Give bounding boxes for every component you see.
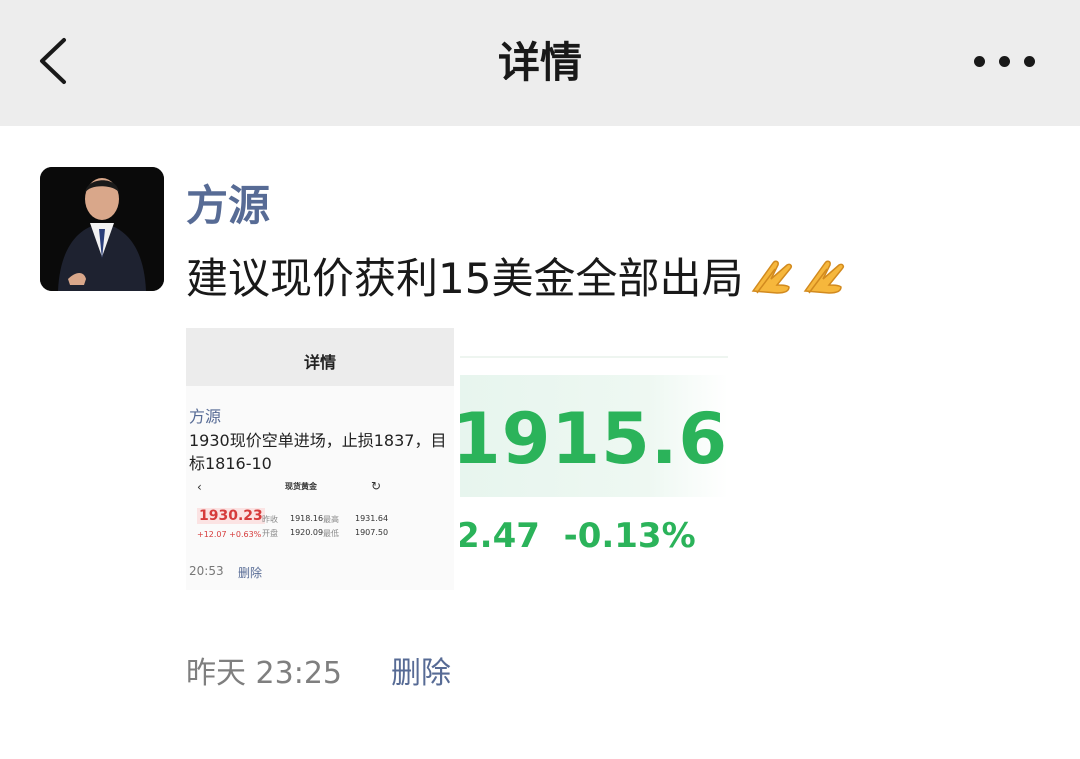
price-change: 2.47: [460, 516, 540, 556]
clapping-hands-emoji-icon: [804, 260, 845, 294]
low-value: 1907.50: [355, 528, 389, 537]
quote-price: 1930.23: [197, 508, 265, 524]
post-text: 建议现价获利15美金全部出局: [186, 245, 847, 306]
low-label: 最低: [323, 529, 339, 538]
high-value: 1931.64: [355, 514, 389, 523]
screenshot-text: 1930现价空单进场，止损1837，目标1816-10: [189, 431, 447, 473]
gold-price: 1915.69: [460, 398, 728, 480]
open-label: 开盘: [262, 529, 278, 538]
screenshot-time: 20:53: [189, 564, 224, 578]
quote-change: +12.07 +0.63%: [197, 530, 262, 539]
delete-button[interactable]: 删除: [391, 648, 451, 692]
avatar[interactable]: [40, 167, 164, 291]
ellipsis-icon: [974, 56, 985, 67]
image-screenshot-1[interactable]: 详情 方源 1930现价空单进场，止损1837，目标1816-10 ‹ 现货黄金…: [186, 328, 454, 590]
quote-symbol: 现货黄金: [285, 482, 317, 491]
page-title: 详情: [497, 38, 582, 87]
post-text-content: 建议现价获利15美金全部出局: [186, 254, 744, 303]
open-value: 1920.09: [290, 528, 324, 537]
prev-close-label: 昨收: [262, 515, 278, 524]
price-change-row: 2.47 -0.13%: [460, 516, 696, 556]
price-change-percent: -0.13%: [563, 516, 696, 556]
quote-card: ‹ 现货黄金 ↻ 1930.23 +12.07 +0.63% 昨收 1918.1…: [189, 478, 451, 558]
post-time: 昨天 23:25: [186, 656, 342, 691]
screenshot-delete: 删除: [238, 566, 263, 580]
author-name[interactable]: 方源: [186, 172, 270, 233]
screenshot-author: 方源: [189, 407, 222, 426]
image-screenshot-2[interactable]: 1915.69 2.47 -0.13%: [460, 328, 728, 590]
high-label: 最高: [323, 515, 339, 524]
person-photo: [40, 167, 164, 291]
top-bar: 详情: [0, 0, 1080, 126]
clapping-hands-emoji-icon: [752, 260, 793, 294]
screenshot-title: 详情: [303, 353, 336, 372]
chevron-left-icon: ‹: [197, 480, 202, 494]
divider: [460, 356, 728, 358]
more-button[interactable]: [970, 42, 1040, 82]
prev-close-value: 1918.16: [290, 514, 324, 523]
post-images: 详情 方源 1930现价空单进场，止损1837，目标1816-10 ‹ 现货黄金…: [186, 328, 728, 590]
refresh-icon: ↻: [371, 479, 382, 493]
